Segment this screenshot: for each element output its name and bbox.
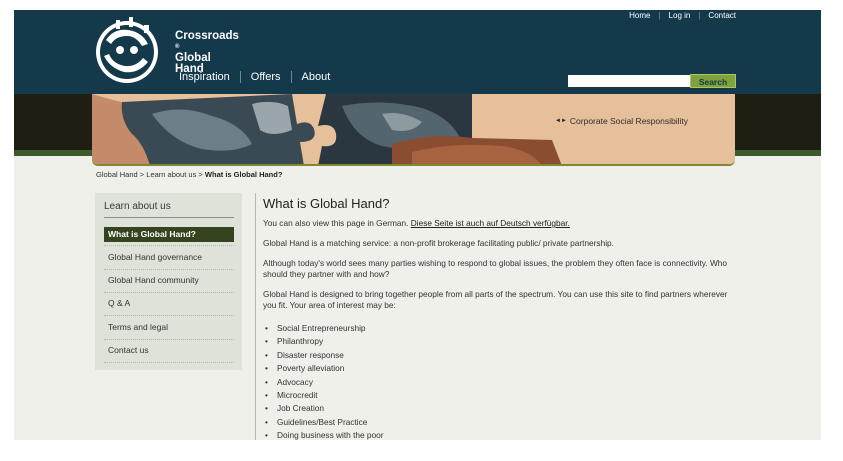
nav-inspiration[interactable]: Inspiration bbox=[179, 71, 240, 83]
list-item: Microcredit bbox=[263, 389, 384, 403]
puzzle-hands-image bbox=[92, 94, 735, 164]
breadcrumb-current: What is Global Hand? bbox=[204, 170, 283, 179]
list-item: Social Entrepreneurship bbox=[263, 322, 384, 336]
breadcrumb-separator: > bbox=[139, 170, 145, 179]
connectivity-paragraph: Although today's world sees many parties… bbox=[263, 258, 727, 279]
carousel-arrows-icon[interactable]: ◄► bbox=[555, 118, 567, 124]
sidebar-item-what-is[interactable]: What is Global Hand? bbox=[104, 227, 234, 242]
list-item: Philanthropy bbox=[263, 335, 384, 349]
banner-link[interactable]: ◄► Corporate Social Responsibility bbox=[555, 116, 688, 126]
brand-line-1: Crossroads bbox=[175, 30, 239, 42]
sidebar: Learn about us What is Global Hand? Glob… bbox=[95, 193, 242, 370]
nav-about[interactable]: About bbox=[292, 71, 341, 83]
intro-paragraph: Global Hand is a matching service: a non… bbox=[263, 238, 614, 248]
breadcrumb: Global Hand > Learn about us > What is G… bbox=[96, 170, 282, 179]
contact-link[interactable]: Contact bbox=[708, 11, 736, 20]
sidebar-divider bbox=[104, 292, 234, 293]
sidebar-item-contact[interactable]: Contact us bbox=[104, 343, 234, 358]
breadcrumb-home[interactable]: Global Hand bbox=[96, 170, 138, 179]
utility-nav: Home | Log in | Contact bbox=[629, 11, 736, 20]
page-frame: Crossroads ® Global Hand Home | Log in | … bbox=[14, 10, 821, 440]
sidebar-title: Learn about us bbox=[104, 201, 171, 212]
sidebar-item-community[interactable]: Global Hand community bbox=[104, 273, 234, 288]
list-item: Job Creation bbox=[263, 402, 384, 416]
sidebar-item-qa[interactable]: Q & A bbox=[104, 296, 234, 311]
sidebar-divider bbox=[104, 339, 234, 340]
registered-mark: ® bbox=[175, 44, 180, 50]
sidebar-item-governance[interactable]: Global Hand governance bbox=[104, 250, 234, 265]
german-link[interactable]: Diese Seite ist auch auf Deutsch verfügb… bbox=[411, 218, 570, 228]
banner-link-text[interactable]: Corporate Social Responsibility bbox=[570, 116, 688, 126]
spectrum-paragraph: Global Hand is designed to bring togethe… bbox=[263, 289, 728, 310]
nav-offers[interactable]: Offers bbox=[241, 71, 291, 83]
sidebar-divider bbox=[104, 362, 234, 363]
sidebar-divider bbox=[104, 315, 234, 316]
breadcrumb-separator: > bbox=[198, 170, 203, 179]
sidebar-divider bbox=[104, 269, 234, 270]
breadcrumb-learn[interactable]: Learn about us bbox=[146, 170, 196, 179]
interest-list: Social Entrepreneurship Philanthropy Dis… bbox=[263, 322, 384, 440]
login-link[interactable]: Log in bbox=[669, 11, 691, 20]
nav-separator: | bbox=[698, 11, 701, 20]
home-link[interactable]: Home bbox=[629, 11, 650, 20]
main-nav: Inspiration Offers About bbox=[179, 71, 340, 83]
german-note-text: You can also view this page in German. bbox=[263, 218, 409, 228]
sidebar-rule bbox=[104, 217, 234, 218]
sidebar-item-terms[interactable]: Terms and legal bbox=[104, 320, 234, 335]
hero-banner: ◄► Corporate Social Responsibility bbox=[92, 94, 735, 166]
list-item: Doing business with the poor bbox=[263, 429, 384, 440]
list-item: Disaster response bbox=[263, 349, 384, 363]
german-note: You can also view this page in German. D… bbox=[263, 218, 733, 229]
page-title: What is Global Hand? bbox=[263, 196, 390, 211]
list-item: Poverty alleviation bbox=[263, 362, 384, 376]
list-item: Guidelines/Best Practice bbox=[263, 416, 384, 430]
brand-wordmark: Crossroads ® Global Hand bbox=[175, 30, 239, 75]
content-divider bbox=[255, 193, 256, 440]
list-item: Advocacy bbox=[263, 376, 384, 390]
search-input[interactable] bbox=[568, 75, 690, 87]
search-button[interactable]: Search bbox=[690, 74, 736, 88]
nav-separator: | bbox=[658, 11, 661, 20]
crossroads-logo-icon[interactable] bbox=[94, 12, 164, 90]
sidebar-divider bbox=[104, 245, 234, 246]
site-header: Crossroads ® Global Hand Home | Log in | … bbox=[14, 10, 821, 94]
